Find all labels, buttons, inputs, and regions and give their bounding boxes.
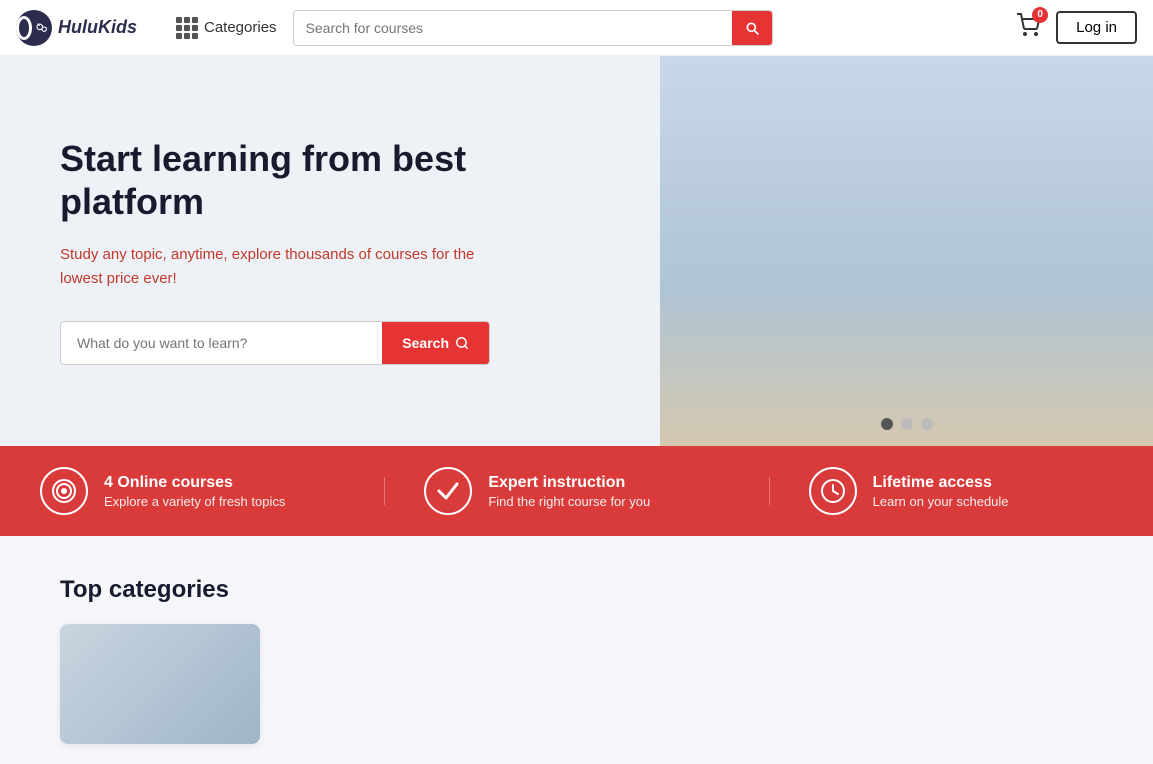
feature-text-expert: Expert instruction Find the right course… (488, 474, 650, 509)
nav-right: 0 Log in (1016, 11, 1137, 44)
carousel-dots (881, 418, 933, 430)
grid-icon (176, 17, 198, 39)
navbar: HuluKids Categories 0 Log in (0, 0, 1153, 56)
category-card[interactable] (60, 624, 260, 744)
hero-left: Start learning from best platform Study … (0, 56, 660, 446)
hero-section: Start learning from best platform Study … (0, 56, 1153, 446)
feature-text-lifetime: Lifetime access Learn on your schedule (873, 474, 1009, 509)
feature-item-lifetime: Lifetime access Learn on your schedule (769, 467, 1153, 515)
hero-search-input[interactable] (61, 335, 382, 351)
hero-image (660, 56, 1153, 446)
feature-text-courses: 4 Online courses Explore a variety of fr… (104, 474, 285, 509)
feature-subtitle-courses: Explore a variety of fresh topics (104, 494, 285, 509)
category-card-image (60, 624, 260, 744)
feature-item-expert: Expert instruction Find the right course… (384, 467, 768, 515)
bottom-section: Top categories (0, 536, 1153, 764)
hero-search-icon (455, 336, 469, 350)
feature-title-lifetime: Lifetime access (873, 474, 1009, 492)
classroom-scene (660, 56, 1153, 446)
logo: HuluKids (16, 10, 176, 46)
check-icon (424, 467, 472, 515)
carousel-dot-3[interactable] (921, 418, 933, 430)
feature-subtitle-lifetime: Learn on your schedule (873, 494, 1009, 509)
hero-subtitle: Study any topic, anytime, explore thousa… (60, 243, 480, 291)
carousel-dot-1[interactable] (881, 418, 893, 430)
features-bar: 4 Online courses Explore a variety of fr… (0, 446, 1153, 536)
categories-label: Categories (204, 19, 277, 36)
navbar-search-input[interactable] (294, 11, 732, 45)
categories-button[interactable]: Categories (176, 17, 277, 39)
top-categories-title: Top categories (60, 576, 1093, 604)
cart-badge: 0 (1032, 7, 1048, 23)
logo-icon (16, 10, 52, 46)
hero-search-bar[interactable]: Search (60, 321, 490, 365)
cart-button[interactable]: 0 (1016, 13, 1040, 43)
logo-text: HuluKids (58, 17, 137, 38)
feature-title-courses: 4 Online courses (104, 474, 285, 492)
categories-preview (60, 624, 1093, 744)
feature-item-courses: 4 Online courses Explore a variety of fr… (0, 467, 384, 515)
feature-title-expert: Expert instruction (488, 474, 650, 492)
navbar-search-bar[interactable] (293, 10, 773, 46)
target-icon (40, 467, 88, 515)
hero-title: Start learning from best platform (60, 137, 600, 223)
clock-icon (809, 467, 857, 515)
feature-subtitle-expert: Find the right course for you (488, 494, 650, 509)
login-button[interactable]: Log in (1056, 11, 1137, 44)
navbar-search-button[interactable] (732, 11, 772, 45)
carousel-dot-2[interactable] (901, 418, 913, 430)
search-icon (744, 20, 760, 36)
hero-search-button[interactable]: Search (382, 322, 489, 364)
